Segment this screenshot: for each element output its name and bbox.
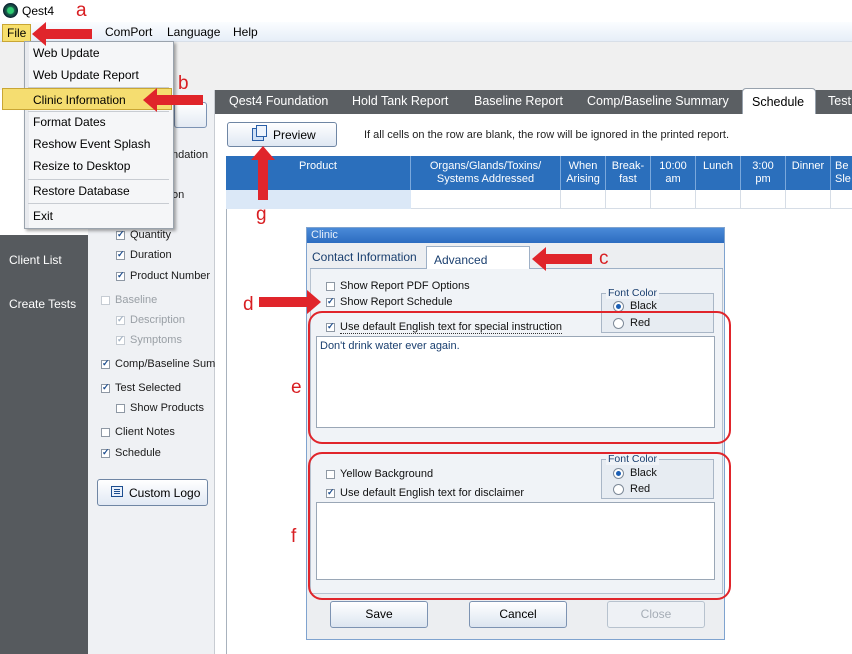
column-10am[interactable]: 10:00 am: [651, 156, 696, 190]
menu-help[interactable]: Help: [230, 24, 261, 40]
table-cell[interactable]: [741, 190, 786, 209]
menu-item-reshow-event-splash[interactable]: Reshow Event Splash: [33, 137, 150, 151]
menu-item-format-dates[interactable]: Format Dates: [33, 115, 106, 129]
checkbox-duration[interactable]: [116, 249, 125, 260]
menu-separator: [28, 179, 169, 180]
checkbox-description[interactable]: [116, 314, 125, 325]
options-button[interactable]: [174, 102, 207, 128]
checkbox-show-report-schedule[interactable]: [326, 296, 335, 307]
tab-hold-tank-report[interactable]: Hold Tank Report: [352, 94, 448, 108]
annotation-label-g: g: [256, 204, 267, 225]
nav-client-list[interactable]: Client List: [9, 253, 62, 267]
checkbox-symptoms[interactable]: [116, 334, 125, 345]
tab-schedule[interactable]: Schedule: [742, 88, 816, 115]
custom-logo-button[interactable]: Custom Logo: [97, 479, 208, 506]
menu-language[interactable]: Language: [164, 24, 223, 40]
annotation-label-e: e: [291, 377, 302, 398]
font-color-label: Font Color: [606, 287, 660, 299]
column-lunch[interactable]: Lunch: [696, 156, 741, 190]
cancel-button[interactable]: Cancel: [469, 601, 567, 628]
annotation-box-f: [308, 452, 731, 600]
menu-file[interactable]: File: [2, 24, 32, 42]
title-bar: [0, 0, 852, 22]
menu-separator: [28, 203, 169, 204]
dialog-title-bar[interactable]: Clinic: [307, 228, 724, 243]
column-breakfast[interactable]: Break- fast: [606, 156, 651, 190]
annotation-arrow-g: [251, 146, 275, 200]
annotation-arrow-d: [259, 290, 321, 314]
annotation-label-c: c: [599, 248, 609, 269]
annotation-label-b: b: [178, 73, 189, 94]
checkbox-show-pdf-options[interactable]: [326, 282, 335, 291]
picture-icon: [111, 486, 123, 497]
column-3pm[interactable]: 3:00 pm: [741, 156, 786, 190]
annotation-box-e: [308, 311, 731, 444]
app-logo-icon: [3, 3, 18, 18]
column-product[interactable]: Product: [226, 156, 411, 190]
nav-create-tests[interactable]: Create Tests: [9, 297, 76, 311]
grid-border: [226, 209, 227, 654]
menu-gutter: [25, 42, 29, 228]
column-dinner[interactable]: Dinner: [786, 156, 831, 190]
column-organs-systems[interactable]: Organs/Glands/Toxins/ Systems Addressed: [411, 156, 561, 190]
menu-comport[interactable]: ComPort: [102, 24, 155, 40]
menu-item-exit[interactable]: Exit: [33, 209, 53, 223]
checkbox-show-products[interactable]: [116, 404, 125, 413]
table-cell[interactable]: [651, 190, 696, 209]
column-when-arising[interactable]: When Arising: [561, 156, 606, 190]
selected-cell[interactable]: [226, 190, 411, 209]
checkbox-test-selected[interactable]: [101, 382, 110, 393]
tab-comp-baseline-summary[interactable]: Comp/Baseline Summary: [587, 94, 729, 108]
checkbox-baseline[interactable]: [101, 296, 110, 305]
tab-advanced-options[interactable]: Advanced Options: [426, 246, 530, 281]
table-cell[interactable]: [696, 190, 741, 209]
tab-test[interactable]: Test: [828, 94, 851, 108]
column-bedtime[interactable]: Be Sle: [831, 156, 852, 190]
checkbox-client-notes[interactable]: [101, 428, 110, 437]
app-title: Qest4: [22, 4, 55, 18]
annotation-arrow-a: [32, 22, 92, 46]
menu-item-resize-to-desktop[interactable]: Resize to Desktop: [33, 159, 130, 173]
checkbox-quantity[interactable]: [116, 229, 125, 240]
tab-baseline-report[interactable]: Baseline Report: [474, 94, 563, 108]
menu-item-web-update-report[interactable]: Web Update Report: [33, 68, 139, 82]
copy-pages-icon: [252, 125, 267, 141]
close-button[interactable]: Close: [607, 601, 705, 628]
annotation-label-a: a: [76, 0, 87, 21]
annotation-arrow-c: [532, 247, 592, 271]
table-cell[interactable]: [561, 190, 606, 209]
preview-button[interactable]: Preview: [227, 122, 337, 147]
menu-item-restore-database[interactable]: Restore Database: [33, 184, 130, 198]
tab-contact-information[interactable]: Contact Information: [312, 250, 417, 264]
schedule-hint: If all cells on the row are blank, the r…: [364, 129, 730, 141]
annotation-arrow-b: [143, 88, 203, 112]
save-button[interactable]: Save: [330, 601, 428, 628]
table-cell[interactable]: [606, 190, 651, 209]
menu-item-web-update[interactable]: Web Update: [33, 46, 100, 60]
option-partial-foundation: ndation: [172, 149, 209, 161]
menu-item-clinic-information[interactable]: Clinic Information: [33, 93, 126, 107]
checkbox-product-number[interactable]: [116, 270, 125, 281]
annotation-label-f: f: [291, 526, 297, 547]
table-cell[interactable]: [786, 190, 831, 209]
checkbox-comp-baseline-summary[interactable]: [101, 358, 110, 369]
tab-qest4-foundation[interactable]: Qest4 Foundation: [229, 94, 328, 108]
table-cell[interactable]: [411, 190, 561, 209]
annotation-label-d: d: [243, 294, 254, 315]
checkbox-schedule[interactable]: [101, 447, 110, 458]
